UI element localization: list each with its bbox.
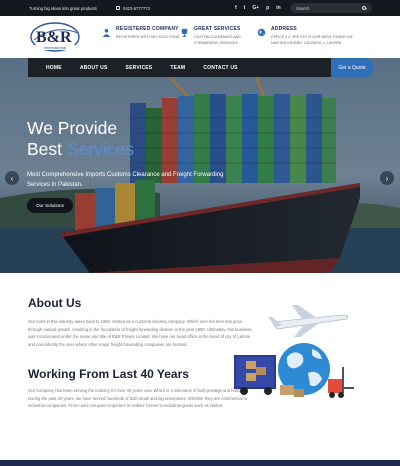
top-bar: Turning big ideas into great products 04… [0, 0, 400, 16]
experience-text: Our Company has been serving the industr… [28, 388, 248, 409]
person-icon [102, 28, 111, 37]
slider-next-arrow-icon[interactable]: › [380, 171, 394, 185]
info-line: CUSTOM CLEARANCE AND FORWARDING SERVICES [194, 35, 241, 45]
hero-title-line2: Best Services [27, 139, 134, 159]
info-services: GREAT SERVICES CUSTOM CLEARANCE AND FORWA… [180, 26, 241, 46]
social-links: f t G+ p in [235, 5, 281, 11]
trophy-icon [181, 28, 188, 37]
hero-background-image [0, 58, 400, 273]
pinterest-icon[interactable]: p [266, 5, 269, 11]
get-quote-button[interactable]: Get a Quote [331, 58, 373, 77]
hero-subtitle: Most Comprehensive Imports Customs Clear… [27, 172, 224, 188]
footer-strip [0, 460, 400, 466]
globe-icon [257, 28, 266, 37]
header: B&R International REGISTERED COMPANY REG… [0, 16, 400, 58]
company-logo[interactable]: B&R International [28, 20, 82, 54]
nav-item-home[interactable]: HOME [46, 65, 62, 71]
info-address: ADDRESS OFFICE # 4, 3RD 4TH FLOOR NEDA T… [257, 26, 353, 46]
info-line: REGISTERED WITH SEC ELECTIONS [116, 35, 180, 39]
slider-prev-arrow-icon[interactable]: ‹ [5, 171, 19, 185]
nav-item-contact[interactable]: CONTACT US [203, 65, 237, 71]
info-title: REGISTERED COMPANY [116, 26, 179, 32]
info-title: GREAT SERVICES [194, 26, 241, 32]
facebook-icon[interactable]: f [235, 5, 237, 11]
info-title: ADDRESS [271, 26, 297, 32]
linkedin-icon[interactable]: in [276, 5, 280, 11]
logistics-illustration [234, 305, 354, 398]
phone-number: 0423-5777773 [123, 5, 151, 11]
search-icon[interactable] [362, 5, 366, 10]
search-input[interactable] [296, 5, 356, 11]
twitter-icon[interactable]: t [244, 5, 246, 11]
search-box [290, 3, 372, 13]
info-registered: REGISTERED COMPANY REGISTERED WITH SEC E… [102, 26, 179, 41]
our-solutions-button[interactable]: Our Solutions [27, 198, 73, 213]
hero-title-accent: Services [66, 139, 134, 159]
experience-heading: Working From Last 40 Years [28, 367, 189, 381]
nav-item-about[interactable]: ABOUT US [80, 65, 108, 71]
nav-item-services[interactable]: SERVICES [126, 65, 153, 71]
about-text: Our roots in this industry dates back to… [28, 319, 252, 347]
google-plus-icon[interactable]: G+ [252, 5, 259, 11]
nav-item-team[interactable]: TEAM [170, 65, 185, 71]
logo-text: B&R [36, 29, 72, 46]
hero-title-line1: We Provide [27, 118, 118, 138]
airplane-icon [268, 305, 349, 337]
hero-slider: HOME ABOUT US SERVICES TEAM CONTACT US G… [0, 58, 400, 273]
about-heading: About Us [28, 296, 82, 310]
main-nav: HOME ABOUT US SERVICES TEAM CONTACT US [28, 58, 359, 77]
tagline: Turning big ideas into great products [29, 6, 97, 11]
about-section: About Us Our roots in this industry date… [0, 273, 400, 466]
phone-contact[interactable]: 0423-5777773 [116, 6, 150, 11]
info-line: OFFICE # 4, 3RD 4TH FLOOR NEDA TOWER 106… [271, 35, 353, 45]
phone-icon [116, 6, 120, 10]
logo-subtext: International [44, 45, 66, 50]
